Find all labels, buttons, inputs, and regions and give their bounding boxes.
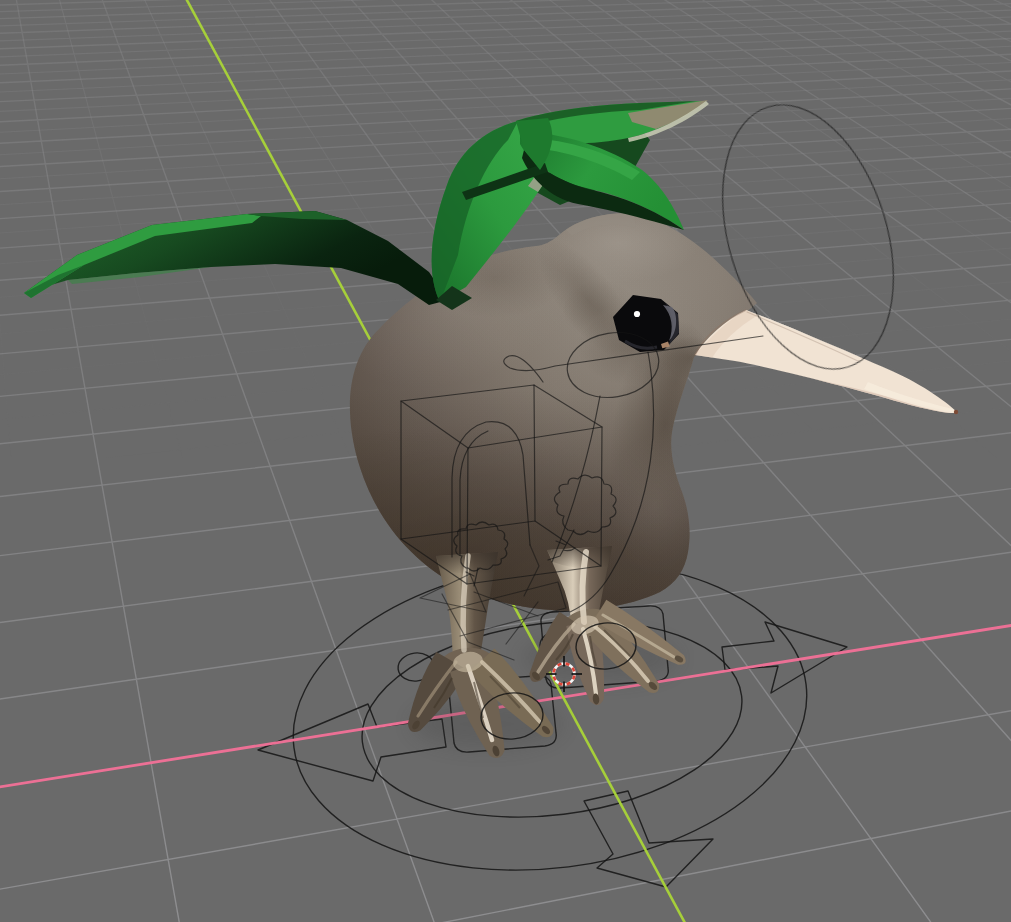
viewport-canvas	[0, 0, 1011, 922]
kiwi-beak-part	[954, 410, 958, 414]
viewport-3d[interactable]	[0, 0, 1011, 922]
kiwi-right-leg-part	[582, 552, 586, 622]
eye-highlight-dot	[634, 311, 640, 317]
